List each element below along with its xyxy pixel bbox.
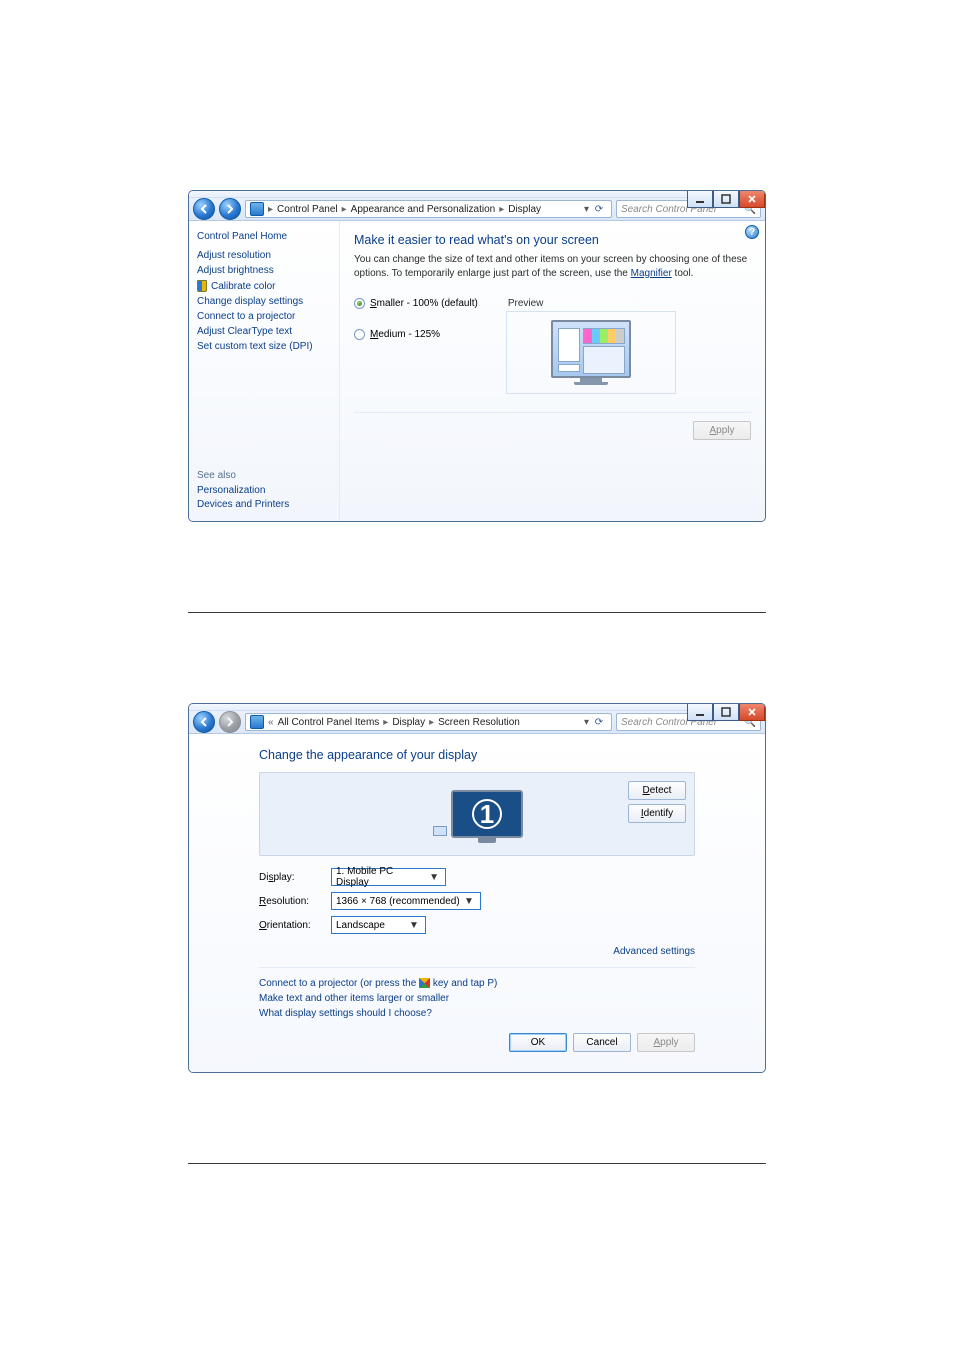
chevron-right-icon: ▸ xyxy=(383,717,388,728)
monitor-number: 1 xyxy=(472,799,502,829)
display-arrangement-area[interactable]: Detect Identify 1 xyxy=(259,772,695,856)
see-also-title: See also xyxy=(197,470,337,481)
back-button[interactable] xyxy=(193,198,215,220)
breadcrumb[interactable]: ▸ Control Panel ▸ Appearance and Persona… xyxy=(245,200,612,218)
display-combobox[interactable]: 1. Mobile PC Display▼ xyxy=(331,868,446,886)
connect-projector-link[interactable]: Connect to a projector (or press the key… xyxy=(259,978,695,989)
control-panel-home-link[interactable]: Control Panel Home xyxy=(197,231,331,242)
resolution-combobox[interactable]: 1366 × 768 (recommended)▼ xyxy=(331,892,481,910)
sidebar-link-connect-projector[interactable]: Connect to a projector xyxy=(197,311,331,322)
maximize-button[interactable] xyxy=(713,190,739,208)
breadcrumb-item[interactable]: All Control Panel Items xyxy=(278,717,380,728)
forward-button[interactable] xyxy=(219,711,241,733)
breadcrumb-item[interactable]: Screen Resolution xyxy=(438,717,520,728)
minimize-button[interactable] xyxy=(687,703,713,721)
refresh-icon[interactable]: ⟳ xyxy=(591,717,607,728)
maximize-button[interactable] xyxy=(713,703,739,721)
radio-smaller-100[interactable]: Smaller - 100% (default) xyxy=(354,298,478,309)
orientation-label: Orientation: xyxy=(259,920,321,931)
page-title: Change the appearance of your display xyxy=(259,748,695,762)
chevron-right-icon: ▸ xyxy=(499,204,504,215)
apply-button[interactable]: Apply xyxy=(637,1033,695,1052)
breadcrumb-item[interactable]: Appearance and Personalization xyxy=(351,204,496,215)
text-size-options: Smaller - 100% (default) Medium - 125% xyxy=(354,298,478,340)
close-button[interactable] xyxy=(739,190,765,208)
chevron-down-icon: ▼ xyxy=(462,896,476,907)
sidebar-link-adjust-cleartype[interactable]: Adjust ClearType text xyxy=(197,326,331,337)
preview-label: Preview xyxy=(506,298,676,309)
control-panel-icon xyxy=(250,715,264,729)
address-bar: ▸ Control Panel ▸ Appearance and Persona… xyxy=(189,197,765,221)
detect-button[interactable]: Detect xyxy=(628,781,686,800)
ok-button[interactable]: OK xyxy=(509,1033,567,1052)
window-controls xyxy=(687,190,765,208)
advanced-settings-link[interactable]: Advanced settings xyxy=(613,946,695,957)
orientation-combobox[interactable]: Landscape▼ xyxy=(331,916,426,934)
preview-fieldset: Preview xyxy=(506,298,676,394)
minimize-button[interactable] xyxy=(687,190,713,208)
secondary-monitor-icon xyxy=(433,826,447,836)
chevron-right-icon: ▸ xyxy=(342,204,347,215)
separator xyxy=(188,612,766,613)
sidebar-link-set-custom-dpi[interactable]: Set custom text size (DPI) xyxy=(197,341,331,352)
sidebar: Control Panel Home Adjust resolution Adj… xyxy=(189,221,339,521)
breadcrumb-item[interactable]: Display xyxy=(392,717,425,728)
control-panel-icon xyxy=(250,202,264,216)
close-button[interactable] xyxy=(739,703,765,721)
sidebar-link-change-display-settings[interactable]: Change display settings xyxy=(197,296,331,307)
resolution-label: Resolution: xyxy=(259,896,321,907)
separator xyxy=(188,1163,766,1164)
page-title: Make it easier to read what's on your sc… xyxy=(354,233,751,247)
text-size-link[interactable]: Make text and other items larger or smal… xyxy=(259,993,695,1004)
identify-button[interactable]: Identify xyxy=(628,804,686,823)
breadcrumb[interactable]: « All Control Panel Items ▸ Display ▸ Sc… xyxy=(245,713,612,731)
breadcrumb-overflow-icon[interactable]: « xyxy=(268,717,274,728)
see-also: See also Personalization Devices and Pri… xyxy=(197,470,337,513)
screen-resolution-window: « All Control Panel Items ▸ Display ▸ Sc… xyxy=(188,703,766,1073)
sidebar-link-calibrate-color[interactable]: Calibrate color xyxy=(197,280,331,292)
refresh-icon[interactable]: ⟳ xyxy=(591,204,607,215)
back-button[interactable] xyxy=(193,711,215,733)
radio-icon xyxy=(354,298,365,309)
page-description: You can change the size of text and othe… xyxy=(354,253,751,280)
breadcrumb-item[interactable]: Control Panel xyxy=(277,204,338,215)
cancel-button[interactable]: Cancel xyxy=(573,1033,631,1052)
window-controls xyxy=(687,703,765,721)
breadcrumb-dropdown[interactable]: ▾⟳ xyxy=(584,204,607,215)
see-also-devices-printers[interactable]: Devices and Printers xyxy=(197,499,337,510)
radio-medium-125[interactable]: Medium - 125% xyxy=(354,329,478,340)
titlebar xyxy=(189,704,765,710)
chevron-down-icon: ▼ xyxy=(427,872,441,883)
breadcrumb-dropdown[interactable]: ▾⟳ xyxy=(584,717,607,728)
shield-icon xyxy=(197,280,207,292)
display-settings-window: ▸ Control Panel ▸ Appearance and Persona… xyxy=(188,190,766,522)
main-content: Make it easier to read what's on your sc… xyxy=(339,221,765,521)
monitor-icon xyxy=(551,320,631,385)
titlebar xyxy=(189,191,765,197)
help-which-settings-link[interactable]: What display settings should I choose? xyxy=(259,1008,695,1019)
chevron-right-icon: ▸ xyxy=(268,204,273,215)
sidebar-link-adjust-brightness[interactable]: Adjust brightness xyxy=(197,265,331,276)
chevron-right-icon: ▸ xyxy=(429,717,434,728)
display-label: Display: xyxy=(259,872,321,883)
windows-key-icon xyxy=(419,978,430,988)
chevron-down-icon: ▼ xyxy=(407,920,421,931)
separator xyxy=(259,967,695,968)
apply-button[interactable]: Apply xyxy=(693,421,751,440)
address-bar: « All Control Panel Items ▸ Display ▸ Sc… xyxy=(189,710,765,734)
breadcrumb-item[interactable]: Display xyxy=(508,204,541,215)
radio-icon xyxy=(354,329,365,340)
sidebar-link-adjust-resolution[interactable]: Adjust resolution xyxy=(197,250,331,261)
magnifier-link[interactable]: Magnifier xyxy=(631,268,672,279)
see-also-personalization[interactable]: Personalization xyxy=(197,485,337,496)
preview-pane xyxy=(506,311,676,394)
monitor-1-icon[interactable]: 1 xyxy=(451,790,523,838)
forward-button[interactable] xyxy=(219,198,241,220)
